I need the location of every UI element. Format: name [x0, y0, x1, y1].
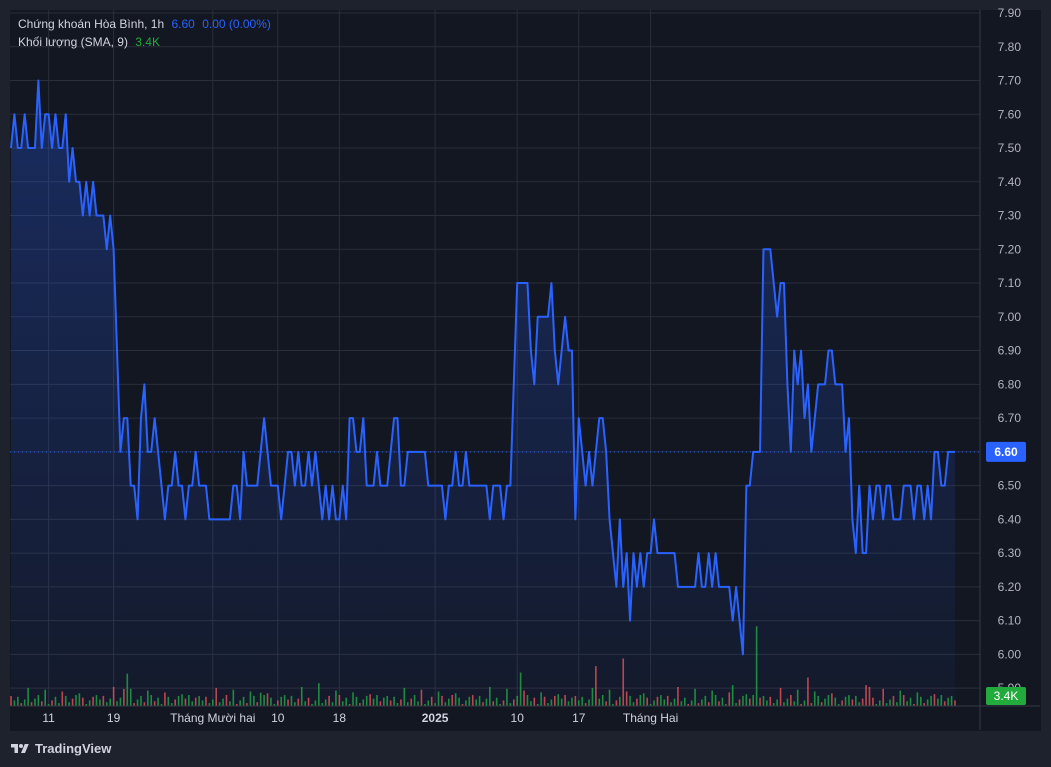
- x-tick-label: 10: [271, 711, 285, 725]
- x-tick-label: Tháng Hai: [623, 711, 678, 725]
- x-tick-label: 10: [511, 711, 525, 725]
- y-tick-label: 6.10: [998, 614, 1022, 628]
- x-tick-label: 11: [42, 711, 55, 725]
- y-tick-label: 7.40: [998, 175, 1022, 189]
- y-tick-label: 7.00: [998, 310, 1022, 324]
- price-change-value: 0.00 (0.00%): [202, 17, 271, 31]
- y-tick-label: 6.90: [998, 344, 1022, 358]
- tradingview-brand[interactable]: TradingView: [10, 741, 111, 756]
- y-tick-label: 6.00: [998, 647, 1022, 661]
- y-tick-label: 7.20: [998, 242, 1022, 256]
- x-tick-label: Tháng Mười hai: [170, 711, 255, 725]
- y-tick-label: 6.20: [998, 580, 1022, 594]
- y-tick-label: 6.30: [998, 546, 1022, 560]
- last-price-value: 6.60: [171, 17, 195, 31]
- brand-label: TradingView: [35, 741, 112, 756]
- volume-legend[interactable]: Khối lượng (SMA, 9) 3.4K: [18, 35, 160, 49]
- y-tick-label: 7.80: [998, 40, 1022, 54]
- price-chart[interactable]: 7.90 7.80 7.70 7.60 7.50 7.40 7.30 7.20 7.10 7.00…: [0, 0, 1051, 767]
- y-tick-label: 7.60: [998, 107, 1022, 121]
- tradingview-logo-icon: [11, 743, 29, 753]
- y-tick-label: 6.80: [998, 377, 1022, 391]
- y-tick-label: 7.50: [998, 141, 1022, 155]
- volume-tag-label: 3.4K: [994, 689, 1019, 703]
- y-tick-label: 6.70: [998, 411, 1022, 425]
- x-tick-label: 17: [572, 711, 586, 725]
- y-tick-label: 6.50: [998, 479, 1022, 493]
- x-tick-label: 19: [107, 711, 121, 725]
- symbol-legend[interactable]: Chứng khoán Hòa Bình, 1h 6.60 0.00 (0.00…: [18, 17, 271, 31]
- y-tick-label: 7.90: [998, 6, 1022, 20]
- symbol-name: Chứng khoán Hòa Bình, 1h: [18, 17, 165, 31]
- x-tick-label: 2025: [422, 711, 449, 725]
- volume-indicator-value: 3.4K: [135, 35, 160, 49]
- y-tick-label: 7.10: [998, 276, 1022, 290]
- price-tag-label: 6.60: [994, 445, 1018, 459]
- y-tick-label: 7.70: [998, 74, 1022, 88]
- chart-frame: 7.90 7.80 7.70 7.60 7.50 7.40 7.30 7.20 7.10 7.00…: [0, 0, 1051, 767]
- x-tick-label: 18: [333, 711, 347, 725]
- volume-indicator-name: Khối lượng (SMA, 9): [18, 35, 128, 49]
- y-tick-label: 7.30: [998, 209, 1022, 223]
- y-tick-label: 6.40: [998, 512, 1022, 526]
